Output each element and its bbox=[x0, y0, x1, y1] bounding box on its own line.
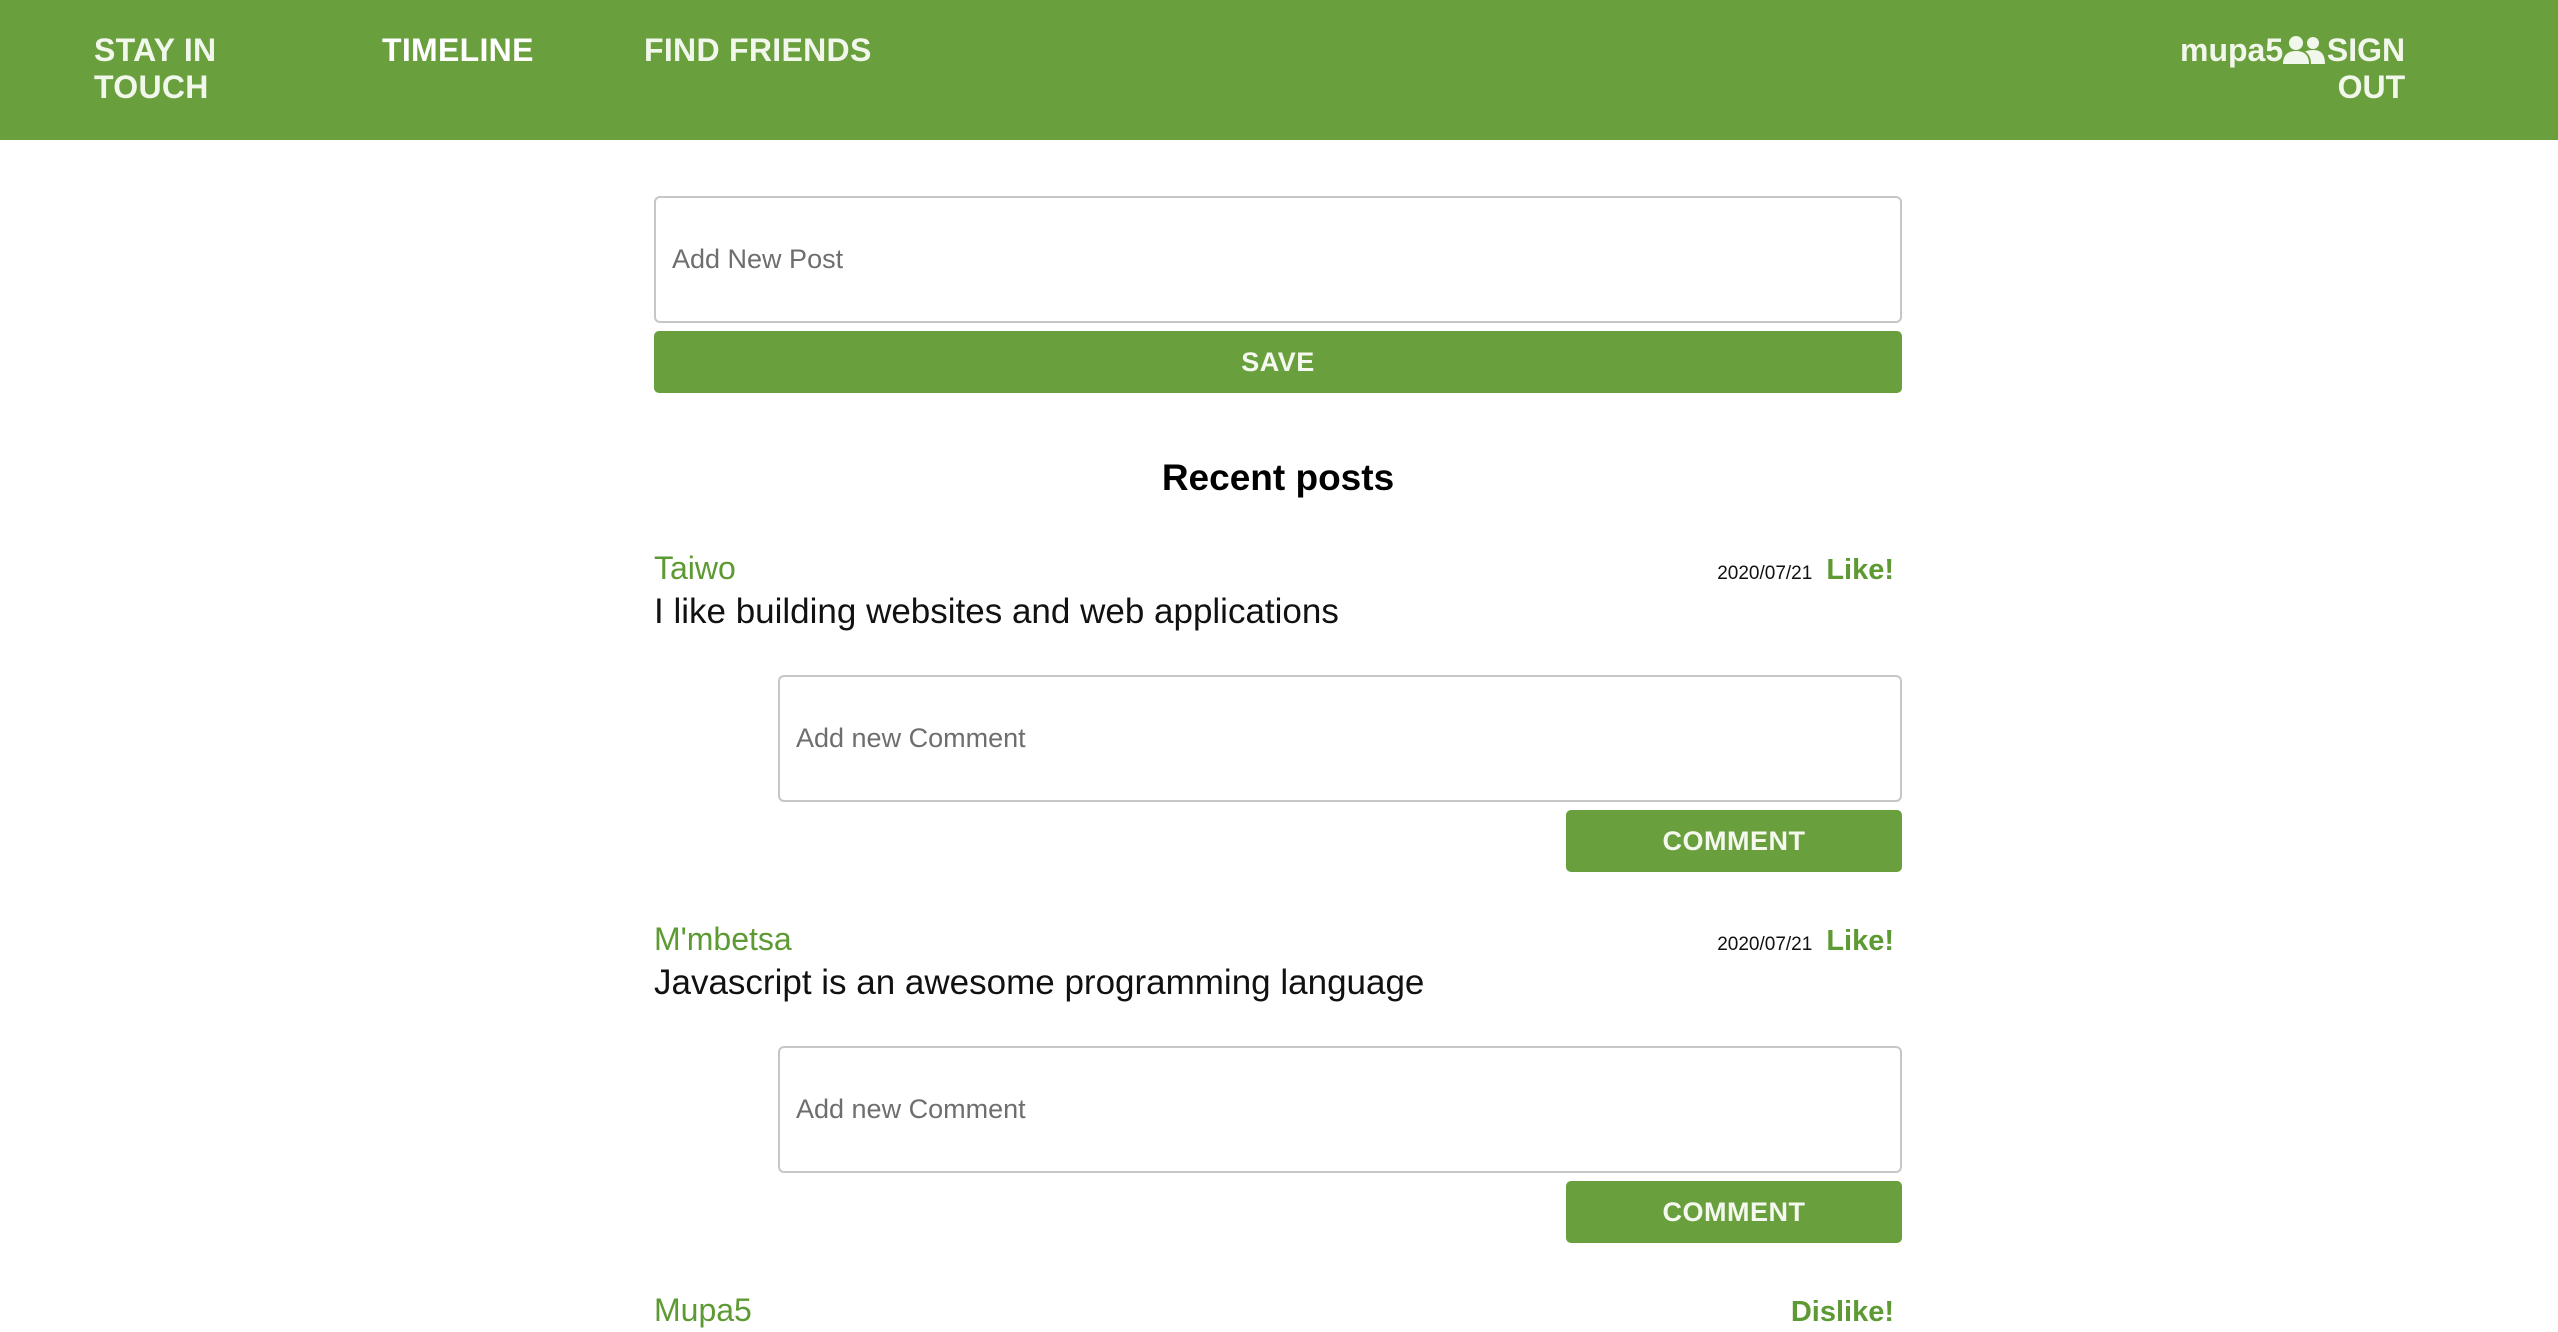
nav-find-friends[interactable]: FIND FRIENDS bbox=[644, 32, 872, 69]
comment-actions: COMMENT bbox=[778, 810, 1902, 872]
top-navbar: STAY IN TOUCH TIMELINE FIND FRIENDS mupa… bbox=[0, 0, 2558, 140]
post-body: Javascript is an awesome programming lan… bbox=[654, 963, 1425, 1002]
comment-button[interactable]: COMMENT bbox=[1566, 810, 1902, 872]
timeline-main: SAVE Recent posts Taiwo 2020/07/21 Like!… bbox=[654, 196, 1902, 1329]
post-item: M'mbetsa 2020/07/21 Like! Javascript is … bbox=[654, 920, 1902, 1243]
post-author-link[interactable]: Taiwo bbox=[654, 549, 736, 587]
nav-timeline[interactable]: TIMELINE bbox=[382, 32, 534, 69]
comment-input[interactable] bbox=[778, 1046, 1902, 1173]
new-post-form: SAVE bbox=[654, 196, 1902, 393]
recent-posts-heading: Recent posts bbox=[1161, 457, 1395, 498]
post-item: Mupa5 Dislike! bbox=[654, 1291, 1902, 1329]
comment-form: COMMENT bbox=[778, 675, 1902, 872]
post-header: M'mbetsa 2020/07/21 Like! bbox=[654, 920, 1902, 958]
like-button[interactable]: Like! bbox=[1826, 554, 1894, 587]
username-link[interactable]: mupa5 bbox=[2180, 32, 2283, 69]
user-menu: mupa5 SIGN OUT bbox=[2180, 32, 2405, 106]
post-header: Mupa5 Dislike! bbox=[654, 1291, 1902, 1329]
post-item: Taiwo 2020/07/21 Like! I like building w… bbox=[654, 549, 1902, 872]
save-post-button[interactable]: SAVE bbox=[654, 331, 1902, 393]
new-post-input[interactable] bbox=[654, 196, 1902, 323]
comment-actions: COMMENT bbox=[778, 1181, 1902, 1243]
like-button[interactable]: Like! bbox=[1826, 925, 1894, 958]
post-date: 2020/07/21 bbox=[1717, 563, 1813, 584]
users-icon bbox=[2283, 36, 2326, 64]
brand-link[interactable]: STAY IN TOUCH bbox=[94, 32, 254, 106]
post-meta: 2020/07/21 Like! bbox=[1717, 925, 1902, 958]
sign-out-link[interactable]: SIGN OUT bbox=[2325, 32, 2405, 106]
post-body: I like building websites and web applica… bbox=[654, 592, 1339, 631]
post-date: 2020/07/21 bbox=[1717, 934, 1813, 955]
comment-form: COMMENT bbox=[778, 1046, 1902, 1243]
comment-input[interactable] bbox=[778, 675, 1902, 802]
post-meta: Dislike! bbox=[1791, 1296, 1902, 1329]
post-author-link[interactable]: M'mbetsa bbox=[654, 920, 792, 958]
post-meta: 2020/07/21 Like! bbox=[1717, 554, 1902, 587]
post-author-link[interactable]: Mupa5 bbox=[654, 1291, 752, 1329]
comment-button[interactable]: COMMENT bbox=[1566, 1181, 1902, 1243]
dislike-button[interactable]: Dislike! bbox=[1791, 1296, 1894, 1329]
post-header: Taiwo 2020/07/21 Like! bbox=[654, 549, 1902, 587]
